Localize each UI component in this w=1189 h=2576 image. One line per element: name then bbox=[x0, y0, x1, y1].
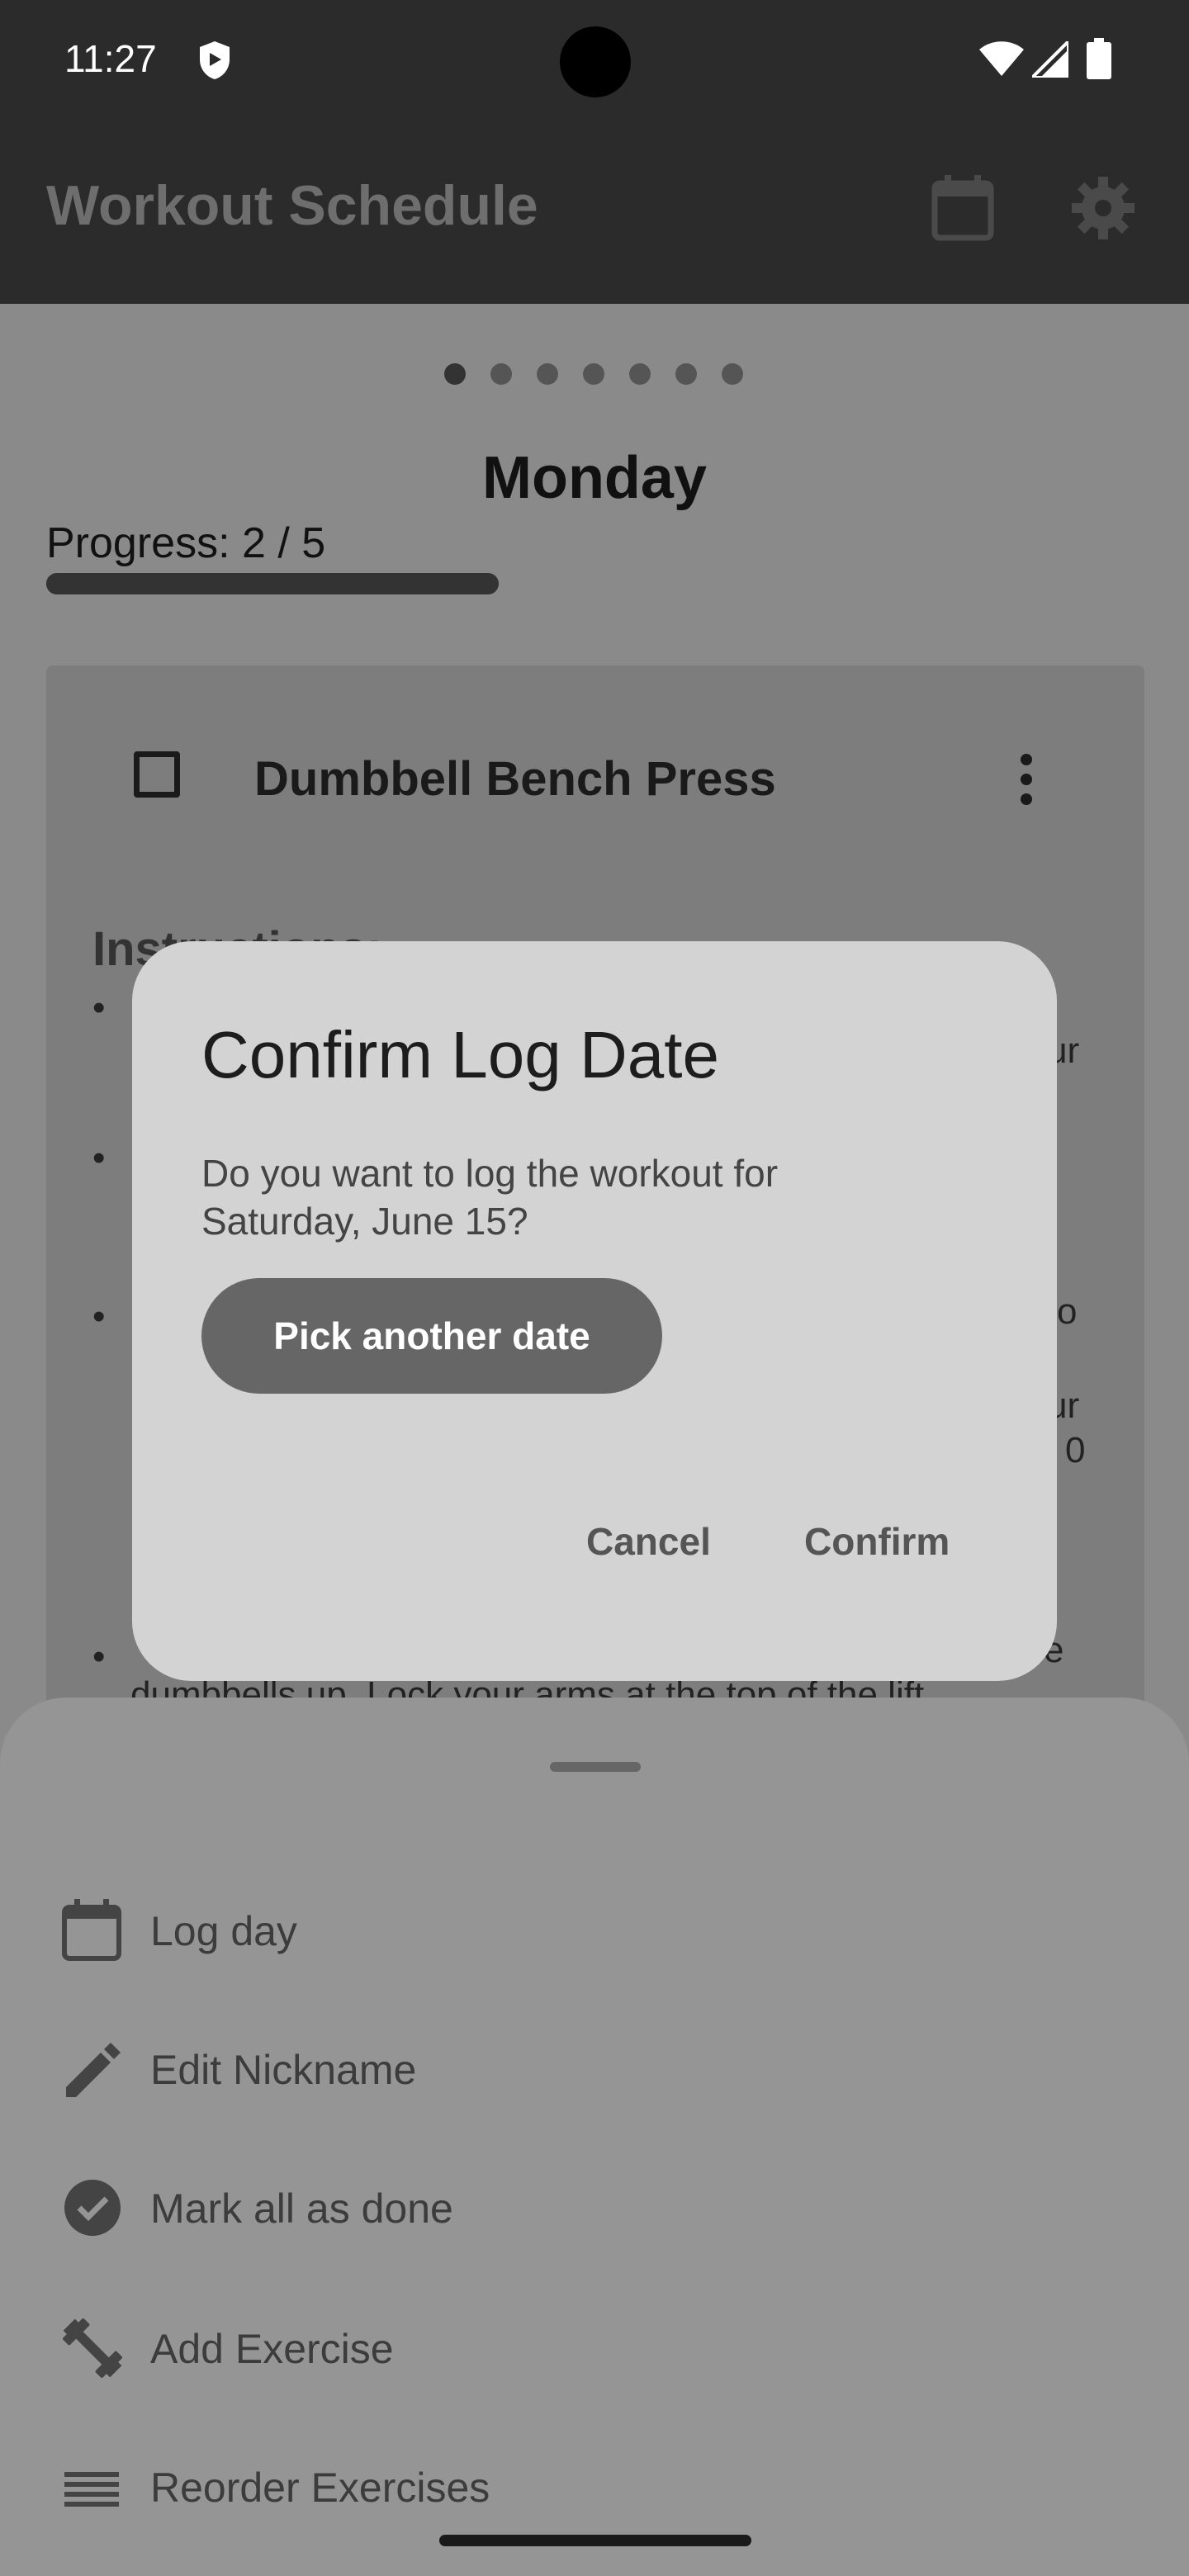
page-dot[interactable] bbox=[537, 363, 558, 385]
more-vert-icon[interactable] bbox=[1016, 753, 1037, 810]
page-dot[interactable] bbox=[675, 363, 697, 385]
exercise-checkbox[interactable] bbox=[134, 751, 180, 798]
page-dot[interactable] bbox=[722, 363, 743, 385]
wifi-icon bbox=[979, 41, 1024, 80]
page-dot[interactable] bbox=[444, 363, 466, 385]
gear-icon[interactable] bbox=[1072, 177, 1135, 244]
exercise-title: Dumbbell Bench Press bbox=[254, 752, 776, 806]
page-dot[interactable] bbox=[583, 363, 604, 385]
bullet-icon: • bbox=[92, 1138, 106, 1178]
battery-icon bbox=[1087, 38, 1111, 83]
calendar-icon bbox=[59, 1897, 126, 1963]
calendar-icon[interactable] bbox=[931, 175, 994, 245]
home-indicator[interactable] bbox=[439, 2535, 751, 2546]
pick-another-date-button[interactable]: Pick another date bbox=[201, 1278, 662, 1394]
menu-item-edit-nickname[interactable]: Edit Nickname bbox=[0, 2000, 1189, 2132]
bullet-icon: • bbox=[92, 1636, 106, 1677]
drag-handle[interactable] bbox=[550, 1762, 641, 1772]
progress-label: Progress: 2 / 5 bbox=[46, 519, 326, 567]
app-title: Workout Schedule bbox=[46, 174, 538, 237]
menu-item-mark-all-done[interactable]: Mark all as done bbox=[0, 2138, 1189, 2271]
instruction-fragment: 0 bbox=[1065, 1430, 1086, 1470]
progress-bar bbox=[46, 573, 499, 594]
menu-item-label: Mark all as done bbox=[150, 2185, 453, 2232]
menu-item-add-exercise[interactable]: Add Exercise bbox=[0, 2279, 1189, 2411]
instruction-fragment: o bbox=[1057, 1291, 1078, 1332]
dialog-message: Do you want to log the workout for Satur… bbox=[201, 1152, 779, 1243]
menu-item-label: Log day bbox=[150, 1908, 297, 1954]
menu-item-label: Reorder Exercises bbox=[150, 2465, 490, 2511]
menu-item-label: Edit Nickname bbox=[150, 2047, 417, 2093]
bullet-icon: • bbox=[92, 987, 106, 1028]
cancel-button[interactable]: Cancel bbox=[586, 1519, 711, 1564]
bullet-icon: • bbox=[92, 1296, 106, 1337]
menu-item-label: Add Exercise bbox=[150, 2326, 394, 2372]
dialog-title: Confirm Log Date bbox=[201, 1018, 719, 1091]
page-dot[interactable] bbox=[490, 363, 512, 385]
status-time: 11:27 bbox=[64, 37, 157, 80]
shield-icon bbox=[197, 40, 233, 85]
day-title: Monday bbox=[481, 445, 707, 511]
dumbbell-icon bbox=[59, 2315, 126, 2381]
menu-item-log-day[interactable]: Log day bbox=[0, 1861, 1189, 1993]
pencil-icon bbox=[59, 2036, 126, 2102]
progress-fill bbox=[46, 573, 228, 594]
camera-cutout bbox=[560, 26, 631, 97]
menu-item-reorder[interactable]: Reorder Exercises bbox=[0, 2417, 1189, 2550]
check-circle-icon bbox=[59, 2175, 126, 2241]
confirm-button[interactable]: Confirm bbox=[804, 1519, 950, 1564]
reorder-icon bbox=[59, 2454, 126, 2520]
page-dot[interactable] bbox=[629, 363, 651, 385]
signal-icon bbox=[1028, 37, 1070, 82]
